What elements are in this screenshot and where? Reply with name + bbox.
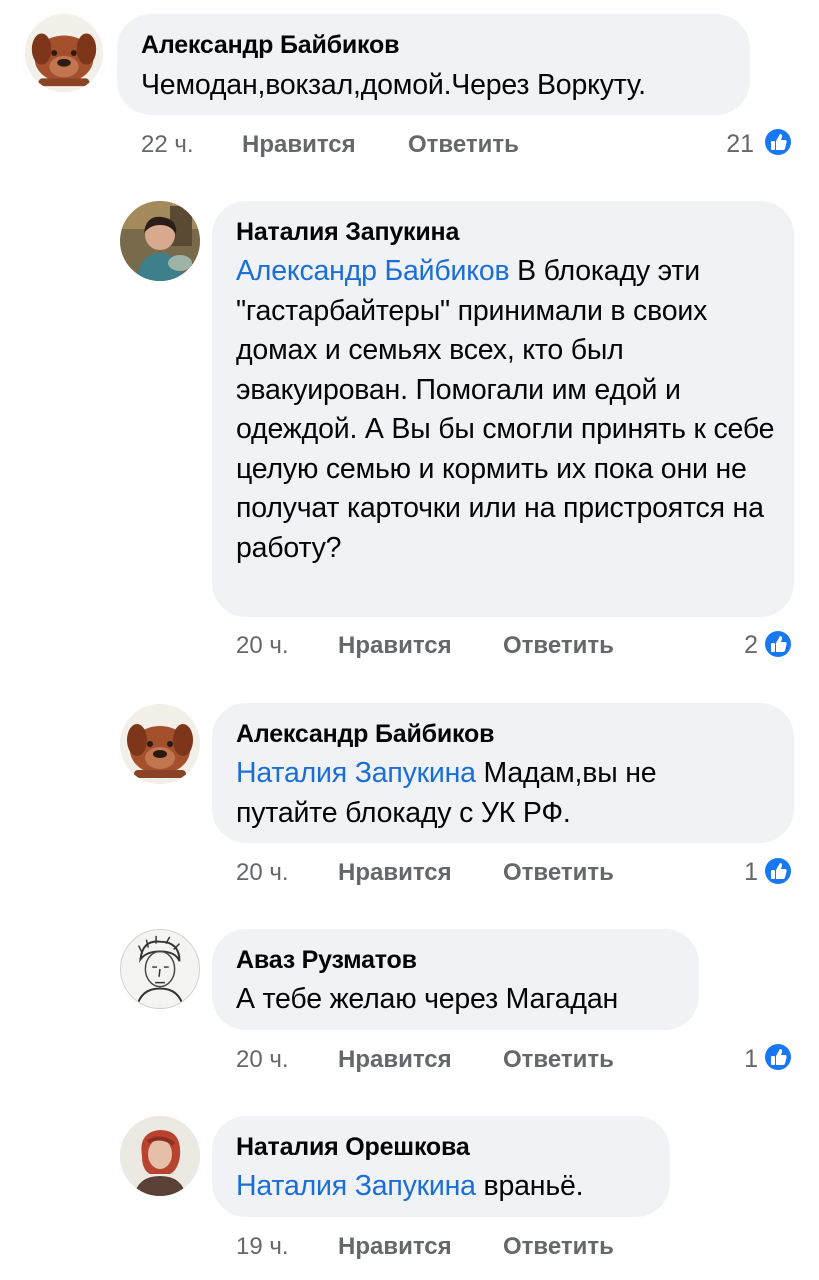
comment-body: Чемодан,вокзал,домой.Через Воркуту. bbox=[141, 69, 646, 101]
comment-time[interactable]: 22 ч. bbox=[141, 131, 194, 159]
comment-time[interactable]: 20 ч. bbox=[236, 859, 289, 887]
woman-photo-avatar[interactable] bbox=[120, 201, 200, 281]
comment-time[interactable]: 20 ч. bbox=[236, 1046, 289, 1074]
reply-button[interactable]: Ответить bbox=[503, 632, 614, 660]
like-reaction-icon bbox=[763, 127, 793, 157]
reply-button[interactable]: Ответить bbox=[503, 1233, 614, 1261]
like-button[interactable]: Нравится bbox=[338, 859, 452, 887]
like-button[interactable]: Нравится bbox=[338, 1046, 452, 1074]
mention-link[interactable]: Наталия Запукина bbox=[236, 757, 476, 789]
like-button[interactable]: Нравится bbox=[338, 632, 452, 660]
comment-text: Наталия Запукина враньё. bbox=[236, 1167, 666, 1207]
comment-author[interactable]: Аваз Рузматов bbox=[236, 946, 417, 975]
reaction-count[interactable]: 1 bbox=[718, 858, 758, 887]
woman-portrait-avatar[interactable] bbox=[120, 1116, 200, 1196]
comment-text: Наталия Запукина Мадам,вы не путайте бло… bbox=[236, 754, 756, 833]
bulldog-avatar[interactable] bbox=[25, 14, 103, 92]
comment-text: Александр Байбиков В блокаду эти "гастар… bbox=[236, 252, 781, 568]
mention-link[interactable]: Александр Байбиков bbox=[236, 255, 510, 287]
like-button[interactable]: Нравится bbox=[338, 1233, 452, 1261]
reaction-count[interactable]: 1 bbox=[718, 1045, 758, 1074]
comment-author[interactable]: Александр Байбиков bbox=[141, 31, 399, 60]
reaction-count[interactable]: 2 bbox=[718, 631, 758, 660]
comment-author[interactable]: Александр Байбиков bbox=[236, 720, 494, 749]
comment-author[interactable]: Наталия Запукина bbox=[236, 218, 459, 247]
comment-text: А тебе желаю через Магадан bbox=[236, 980, 696, 1020]
comment-body: В блокаду эти "гастарбайтеры" принимали … bbox=[236, 255, 775, 564]
mention-link[interactable]: Наталия Запукина bbox=[236, 1170, 476, 1202]
like-button[interactable]: Нравится bbox=[242, 131, 356, 159]
comment-body: враньё. bbox=[483, 1170, 584, 1202]
reaction-count[interactable]: 21 bbox=[714, 130, 754, 159]
comment-author[interactable]: Наталия Орешкова bbox=[236, 1133, 470, 1162]
like-reaction-icon bbox=[763, 1042, 793, 1072]
like-reaction-icon bbox=[763, 629, 793, 659]
like-reaction-icon bbox=[763, 856, 793, 886]
comment-body: А тебе желаю через Магадан bbox=[236, 983, 619, 1015]
reply-button[interactable]: Ответить bbox=[408, 131, 519, 159]
reply-button[interactable]: Ответить bbox=[503, 859, 614, 887]
comment-time[interactable]: 20 ч. bbox=[236, 632, 289, 660]
bulldog-avatar[interactable] bbox=[120, 704, 200, 784]
reply-button[interactable]: Ответить bbox=[503, 1046, 614, 1074]
comment-time[interactable]: 19 ч. bbox=[236, 1233, 289, 1261]
comment-text: Чемодан,вокзал,домой.Через Воркуту. bbox=[141, 66, 741, 106]
sketch-portrait-avatar[interactable] bbox=[120, 929, 200, 1009]
